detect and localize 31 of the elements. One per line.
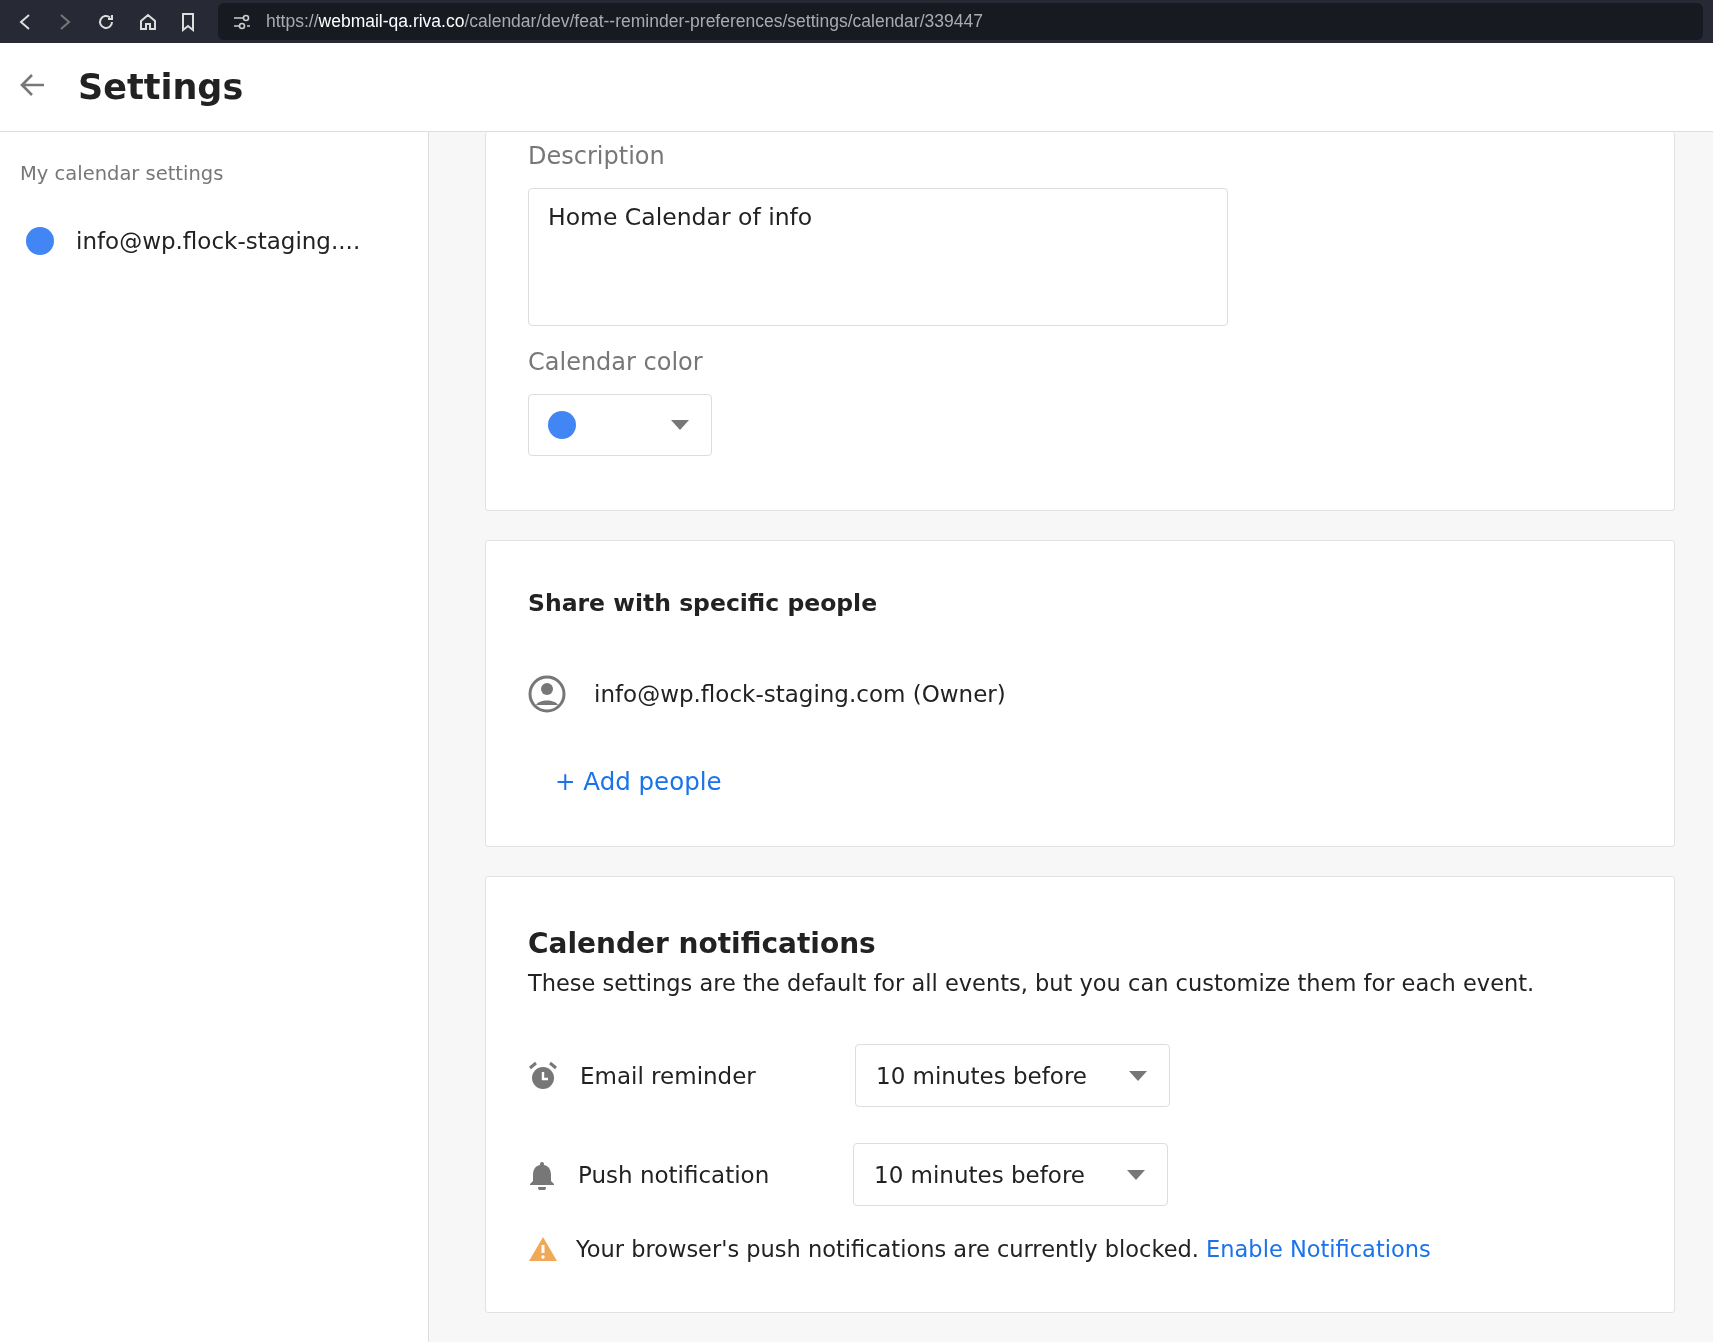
section-heading: Share with specific people [528, 589, 878, 617]
reminder-dropdown[interactable]: 10 minutes before [853, 1143, 1168, 1206]
address-bar[interactable]: https://webmail-qa.riva.co/calendar/dev/feat--reminder-preferences/settings/calendar/339447 [218, 3, 1703, 40]
section-description: These settings are the default for all events, but you can customize them for each event. [528, 970, 1535, 996]
url-text: https://webmail-qa.riva.co/calendar/dev/feat--reminder-preferences/settings/calendar/339447 [266, 11, 983, 32]
enable-notifications-link[interactable]: Enable Notifications [1206, 1236, 1431, 1262]
section-heading: Calender notifications [528, 927, 876, 960]
person-icon [528, 675, 566, 713]
sidebar-heading: My calendar settings [20, 162, 224, 185]
person-label: info@wp.flock-staging.com (Owner) [594, 681, 1006, 707]
warning-icon [528, 1236, 558, 1262]
alarm-clock-icon [528, 1060, 558, 1091]
bell-icon [528, 1159, 556, 1190]
reminder-label: Email reminder [580, 1062, 757, 1089]
reminder-label: Push notification [578, 1161, 771, 1188]
reminder-dropdown[interactable]: 10 minutes before [855, 1044, 1170, 1107]
home-icon[interactable] [138, 11, 158, 32]
description-field[interactable]: Home Calendar of info [528, 188, 1228, 326]
site-settings-icon[interactable] [232, 12, 252, 31]
warning-message: Your browser's push notifications are currently blocked. Enable Notifications [576, 1236, 1431, 1262]
caret-icon [671, 420, 689, 430]
field-label: Calendar color [528, 348, 703, 376]
field-label: Description [528, 142, 665, 170]
back-arrow-icon[interactable] [20, 73, 46, 97]
color-dropdown[interactable] [528, 394, 712, 456]
page-title: Settings [78, 67, 244, 107]
calendar-item[interactable]: info@wp.flock-staging.... [20, 227, 428, 255]
add-people-link[interactable]: + Add people [555, 767, 722, 796]
caret-icon [1127, 1169, 1145, 1180]
bookmark-icon[interactable] [180, 11, 196, 32]
caret-icon [1129, 1070, 1147, 1081]
